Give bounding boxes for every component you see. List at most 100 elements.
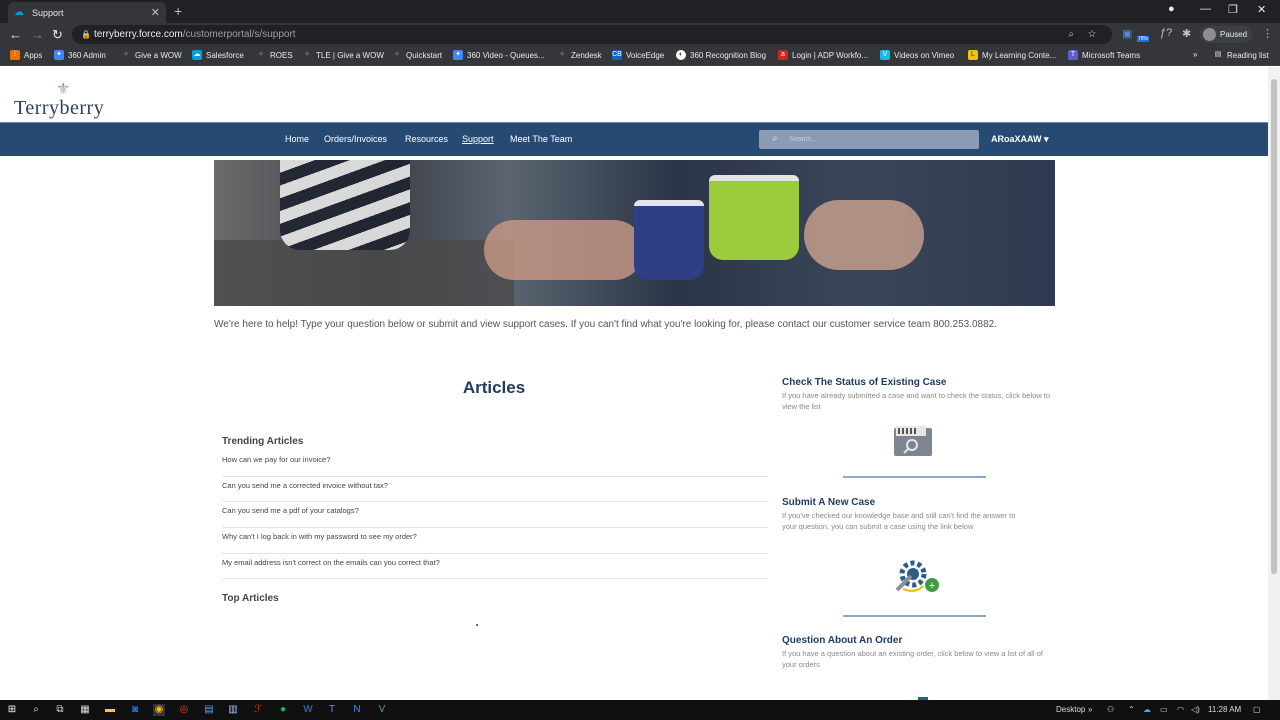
word-icon[interactable]: W [302,704,314,716]
restore-button[interactable]: ❐ [1228,3,1238,16]
order-question-title: Question About An Order [782,635,903,646]
bookmark-360-recognition-blog[interactable]: ◐ 360 Recognition Blog [676,50,766,60]
article-link[interactable]: Can you send me a corrected invoice with… [222,477,768,503]
profile-circle-icon[interactable]: ● [1168,3,1175,15]
bookmark-apps[interactable]: ⁝ Apps [10,50,42,60]
user-menu[interactable]: ARoaXAAW ▾ [991,134,1049,145]
nav-support[interactable]: Support [462,134,494,144]
menu-icon[interactable]: ⋮ [1262,27,1273,40]
gear-wrench-add-icon[interactable]: + [891,558,941,596]
tab-support[interactable]: ☁ Support ✕ [8,2,166,23]
teams-icon[interactable]: T [326,704,338,716]
bookmark-roes[interactable]: ✧ ROES [256,50,293,60]
bookmark-zendesk[interactable]: ✧ Zendesk [557,50,602,60]
reading-list-icon: ▤ [1214,51,1222,58]
profile-button[interactable]: Paused [1200,26,1252,43]
360-icon: ✦ [54,50,64,60]
reload-button[interactable]: ↻ [52,27,63,43]
bookmark-voiceedge[interactable]: CB VoiceEdge [612,50,664,60]
close-window-button[interactable]: ✕ [1257,3,1266,16]
bookmark-quickstart[interactable]: ✧ Quickstart [392,50,442,60]
vimeo-icon: V [880,50,890,60]
tab-title: Support [32,7,64,18]
address-bar[interactable]: 🔒 terryberry.force.com/customerportal/s/… [72,25,1112,44]
order-question-section: Question About An Order If you have a qu… [782,635,1054,670]
bookmark-360-admin[interactable]: ✦ 360 Admin [54,50,106,60]
spotify-icon[interactable]: ● [277,704,289,716]
volume-icon[interactable]: ◁) [1191,705,1200,714]
font-extension-icon[interactable]: ƒ? [1160,27,1172,39]
nav-resources[interactable]: Resources [405,134,448,144]
article-link[interactable]: How can we pay for our invoice? [222,451,768,477]
terryberry-icon: ✧ [559,51,565,58]
bookmark-salesforce[interactable]: ☁ Salesforce [192,50,244,60]
notifications-icon[interactable]: ▢ [1253,705,1261,714]
app-icon[interactable]: ▤ [203,704,215,716]
desktop-toolbar-label[interactable]: Desktop [1056,705,1085,714]
battery-icon[interactable]: ▭ [1160,705,1168,714]
minimize-button[interactable]: — [1200,3,1211,15]
task-view-icon[interactable]: ⧉ [54,704,66,716]
top-articles-heading: Top Articles [222,593,279,604]
bookmark-tle-give-a-wow[interactable]: ✧ TLE | Give a WOW [302,50,384,60]
more-bookmarks-button[interactable]: » [1193,50,1197,59]
wifi-icon[interactable]: ◠ [1177,705,1184,714]
article-link[interactable]: Why can't I log back in with my password… [222,528,768,554]
file-explorer-icon[interactable]: ▬ [104,704,116,716]
bookmark-360-video-queues[interactable]: ✦ 360 Video - Queues... [453,50,545,60]
bookmark-microsoft-teams[interactable]: T Microsoft Teams [1068,50,1140,60]
check-status-desc: If you have already submitted a case and… [782,391,1051,411]
bookmark-give-a-wow[interactable]: ✧ Give a WOW [121,50,182,60]
profile-status: Paused [1220,30,1248,39]
search-icon[interactable]: ⌕ [30,704,42,716]
app-n-icon[interactable]: N [351,704,363,716]
salesforce-cloud-icon: ☁ [14,6,24,18]
onedrive-icon[interactable]: ☁ [1143,705,1151,714]
nav-orders-invoices[interactable]: Orders/Invoices [324,134,387,144]
tray-up-icon[interactable]: ⌃ [1128,705,1135,714]
chevron-icon[interactable]: » [1088,705,1092,714]
svg-text:+: + [929,580,935,592]
new-tab-button[interactable]: + [174,3,182,19]
outlook-icon[interactable]: ◙ [129,704,141,716]
check-status-title: Check The Status of Existing Case [782,377,947,388]
extensions-puzzle-icon[interactable]: ✱ [1182,27,1191,40]
close-tab-icon[interactable]: ✕ [151,6,160,19]
bookmark-adp[interactable]: a Login | ADP Workfo... [778,50,868,60]
support-intro-text: We're here to help! Type your question b… [214,319,998,330]
terryberry-icon: ✧ [394,51,400,58]
terryberry-icon: ✧ [304,51,310,58]
extension-icon[interactable]: ▣ [1122,27,1132,40]
forward-button[interactable]: → [31,27,44,42]
calculator-icon[interactable]: ▦ [79,704,91,716]
articles-heading: Articles [462,378,526,397]
bookmark-vimeo[interactable]: V Videos on Vimeo [880,50,954,60]
people-icon[interactable]: ⚇ [1107,705,1114,714]
reading-list-button[interactable]: ▤ Reading list [1213,50,1269,60]
back-button[interactable]: ← [9,27,22,42]
bookmark-star-icon[interactable]: ☆ [1088,29,1096,40]
article-link[interactable]: Can you send me a pdf of your catalogs? [222,502,768,529]
check-status-section: Check The Status of Existing Case If you… [782,377,1054,412]
windows-start-icon[interactable]: ⊞ [6,704,18,716]
clock[interactable]: 11:28 AM [1208,705,1241,714]
search-input[interactable] [789,133,969,146]
chrome-profile-icon[interactable]: ◎ [178,704,190,716]
zoom-icon[interactable]: ⌕ [1068,29,1074,40]
scrollbar-thumb[interactable] [1271,79,1277,574]
notepad-icon[interactable]: ▥ [227,704,239,716]
article-link[interactable]: My email address isn't correct on the em… [222,554,768,580]
search-icon: ⌕ [772,133,778,144]
chrome-icon[interactable]: ◉ [153,704,165,716]
globe-icon: ◐ [676,50,686,60]
bookmark-my-learning[interactable]: L My Learning Conte... [968,50,1056,60]
app-v-icon[interactable]: V [376,704,388,716]
section-divider [843,615,986,617]
360-icon: ✦ [453,50,463,60]
filezilla-icon[interactable]: ℱ [252,704,264,716]
folder-search-icon[interactable] [892,424,936,458]
page-scrollbar[interactable] [1268,67,1280,700]
nav-home[interactable]: Home [285,134,309,144]
nav-meet-the-team[interactable]: Meet The Team [510,134,572,144]
terryberry-icon: ✧ [123,51,129,58]
